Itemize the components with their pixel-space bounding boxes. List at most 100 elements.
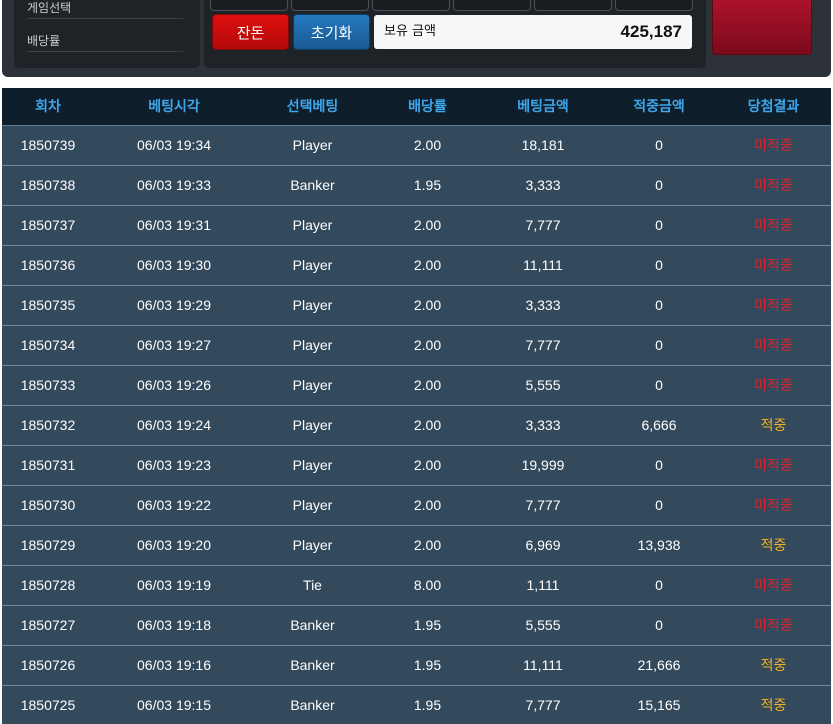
cell-pick: Banker [254,645,371,686]
cell-round: 1850727 [2,605,94,646]
cell-bet-time: 06/03 19:29 [94,285,254,326]
table-header-row: 회차 베팅시각 선택베팅 배당률 베팅금액 적중금액 당첨결과 [2,88,831,126]
cell-bet-amount: 5,555 [484,365,602,406]
cell-bet-time: 06/03 19:27 [94,325,254,366]
cell-bet-time: 06/03 19:18 [94,605,254,646]
cell-odds: 2.00 [371,325,484,366]
cell-result: 미적중 [716,285,831,326]
table-row: 1850730 06/03 19:22 Player 2.00 7,777 0 미적중 [2,485,831,526]
table-row: 1850733 06/03 19:26 Player 2.00 5,555 0 미적중 [2,365,831,406]
cell-result: 적중 [716,645,831,686]
table-row: 1850739 06/03 19:34 Player 2.00 18,181 0 미적중 [2,125,831,166]
cell-bet-time: 06/03 19:31 [94,205,254,246]
table-row: 1850737 06/03 19:31 Player 2.00 7,777 0 미적중 [2,205,831,246]
bet-history-table: 회차 베팅시각 선택베팅 배당률 베팅금액 적중금액 당첨결과 1850739 0… [2,88,831,724]
cell-bet-amount: 11,111 [484,645,602,686]
cell-round: 1850735 [2,285,94,326]
header-win-amount: 적중금액 [602,88,716,126]
cell-bet-time: 06/03 19:26 [94,365,254,406]
cell-bet-time: 06/03 19:20 [94,525,254,566]
cell-result: 미적중 [716,245,831,286]
header-pick: 선택베팅 [254,88,371,126]
table-row: 1850729 06/03 19:20 Player 2.00 6,969 13,938 적… [2,525,831,566]
cell-round: 1850734 [2,325,94,366]
chip-button[interactable] [210,0,288,11]
cell-result: 미적중 [716,325,831,366]
cell-odds: 1.95 [371,645,484,686]
cell-odds: 8.00 [371,565,484,606]
cell-round: 1850733 [2,365,94,406]
cell-bet-amount: 7,777 [484,685,602,724]
cell-round: 1850730 [2,485,94,526]
holding-amount-label: 보유 금액 [384,24,436,39]
table-row: 1850725 06/03 19:15 Banker 1.95 7,777 15,165 적… [2,685,831,724]
header-bet-time: 베팅시각 [94,88,254,126]
cell-bet-amount: 3,333 [484,165,602,206]
cell-odds: 1.95 [371,685,484,724]
cell-pick: Player [254,205,371,246]
cell-pick: Player [254,125,371,166]
table-row: 1850728 06/03 19:19 Tie 8.00 1,111 0 미적중 [2,565,831,606]
cell-result: 적중 [716,685,831,724]
cell-pick: Player [254,525,371,566]
table-row: 1850731 06/03 19:23 Player 2.00 19,999 0 미적중 [2,445,831,486]
cell-win-amount: 0 [602,165,716,206]
chip-button[interactable] [372,0,450,11]
cell-win-amount: 0 [602,565,716,606]
cell-round: 1850728 [2,565,94,606]
cell-bet-time: 06/03 19:33 [94,165,254,206]
holding-amount-box: 보유 금액 425,187 [374,15,692,49]
cell-bet-amount: 7,777 [484,325,602,366]
header-odds: 배당률 [371,88,484,126]
cell-round: 1850726 [2,645,94,686]
cell-round: 1850725 [2,685,94,724]
cell-pick: Banker [254,605,371,646]
cell-result: 미적중 [716,445,831,486]
cell-win-amount: 0 [602,485,716,526]
cell-win-amount: 0 [602,205,716,246]
cell-bet-amount: 7,777 [484,205,602,246]
cell-odds: 2.00 [371,405,484,446]
cell-result: 미적중 [716,165,831,206]
cell-result: 미적중 [716,565,831,606]
table-row: 1850735 06/03 19:29 Player 2.00 3,333 0 미적중 [2,285,831,326]
cell-bet-time: 06/03 19:30 [94,245,254,286]
cell-win-amount: 0 [602,245,716,286]
cell-bet-time: 06/03 19:23 [94,445,254,486]
header-bet-amount: 베팅금액 [484,88,602,126]
cell-odds: 2.00 [371,525,484,566]
cell-win-amount: 0 [602,605,716,646]
holding-amount-value: 425,187 [620,22,682,41]
cell-result: 미적중 [716,205,831,246]
chip-button[interactable] [615,0,693,11]
cell-result: 적중 [716,525,831,566]
chip-button[interactable] [453,0,531,11]
cell-pick: Tie [254,565,371,606]
reset-button[interactable]: 초기화 [293,14,370,50]
header-round: 회차 [2,88,94,126]
cell-round: 1850729 [2,525,94,566]
cell-win-amount: 6,666 [602,405,716,446]
cell-bet-time: 06/03 19:19 [94,565,254,606]
table-body: 1850739 06/03 19:34 Player 2.00 18,181 0 미적중 18… [2,125,831,724]
cell-pick: Banker [254,685,371,724]
chip-button[interactable] [534,0,612,11]
cell-odds: 2.00 [371,445,484,486]
table-row: 1850738 06/03 19:33 Banker 1.95 3,333 0 미적중 [2,165,831,206]
menu-item-odds[interactable]: 배당률 [27,30,183,52]
cell-bet-amount: 18,181 [484,125,602,166]
place-bet-button[interactable] [712,0,812,55]
balance-button[interactable]: 잔돈 [212,14,289,50]
cell-odds: 1.95 [371,165,484,206]
cell-bet-amount: 3,333 [484,285,602,326]
cell-round: 1850736 [2,245,94,286]
cell-result: 미적중 [716,365,831,406]
side-menu: 게임선택 배당률 [14,0,200,68]
cell-bet-time: 06/03 19:24 [94,405,254,446]
table-row: 1850732 06/03 19:24 Player 2.00 3,333 6,666 적중 [2,405,831,446]
cell-bet-amount: 3,333 [484,405,602,446]
chip-button[interactable] [291,0,369,11]
menu-item-game-select[interactable]: 게임선택 [27,0,183,19]
cell-pick: Player [254,325,371,366]
cell-win-amount: 15,165 [602,685,716,724]
